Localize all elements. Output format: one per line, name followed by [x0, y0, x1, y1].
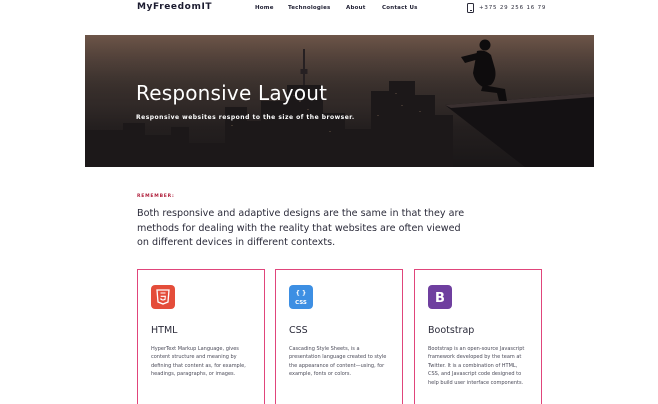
card-bootstrap-title: Bootstrap [428, 325, 475, 336]
phone-contact[interactable]: +375 29 256 16 79 [467, 2, 546, 13]
page: MyFreedomIT Home Technologies About Cont… [0, 0, 658, 404]
site-logo[interactable]: MyFreedomIT [137, 2, 212, 12]
nav-contact-link[interactable]: Contact Us [382, 5, 418, 11]
svg-text:{ }: { } [296, 290, 307, 297]
hero-banner: Responsive Layout Responsive websites re… [85, 35, 594, 167]
css-icon: { } CSS [289, 285, 313, 309]
nav-about-link[interactable]: About [346, 5, 366, 11]
card-css-desc: Cascading Style Sheets, is a presentatio… [289, 346, 387, 378]
card-css-title: CSS [289, 325, 308, 336]
card-bootstrap-desc: Bootstrap is an open-source Javascript f… [428, 346, 525, 386]
site-header: MyFreedomIT Home Technologies About Cont… [0, 0, 658, 16]
phone-number: +375 29 256 16 79 [479, 4, 547, 11]
nav-technologies-link[interactable]: Technologies [288, 5, 331, 11]
html5-icon [151, 285, 175, 309]
bootstrap-icon: B [428, 285, 452, 309]
hero-subtitle: Responsive websites respond to the size … [136, 114, 355, 121]
card-html-title: HTML [151, 325, 178, 336]
remember-label: REMEMBER: [137, 194, 175, 199]
card-html: HTML HyperText Markup Language, gives co… [137, 269, 265, 404]
phone-icon [467, 2, 474, 13]
svg-text:CSS: CSS [295, 300, 307, 306]
card-bootstrap: B Bootstrap Bootstrap is an open-source … [414, 269, 542, 404]
card-html-desc: HyperText Markup Language, gives content… [151, 346, 246, 378]
hero-title: Responsive Layout [136, 81, 328, 105]
intro-text: Both responsive and adaptive designs are… [137, 208, 465, 248]
nav-home-link[interactable]: Home [255, 5, 274, 11]
card-css: { } CSS CSS Cascading Style Sheets, is a… [275, 269, 403, 404]
svg-text:B: B [435, 291, 445, 306]
